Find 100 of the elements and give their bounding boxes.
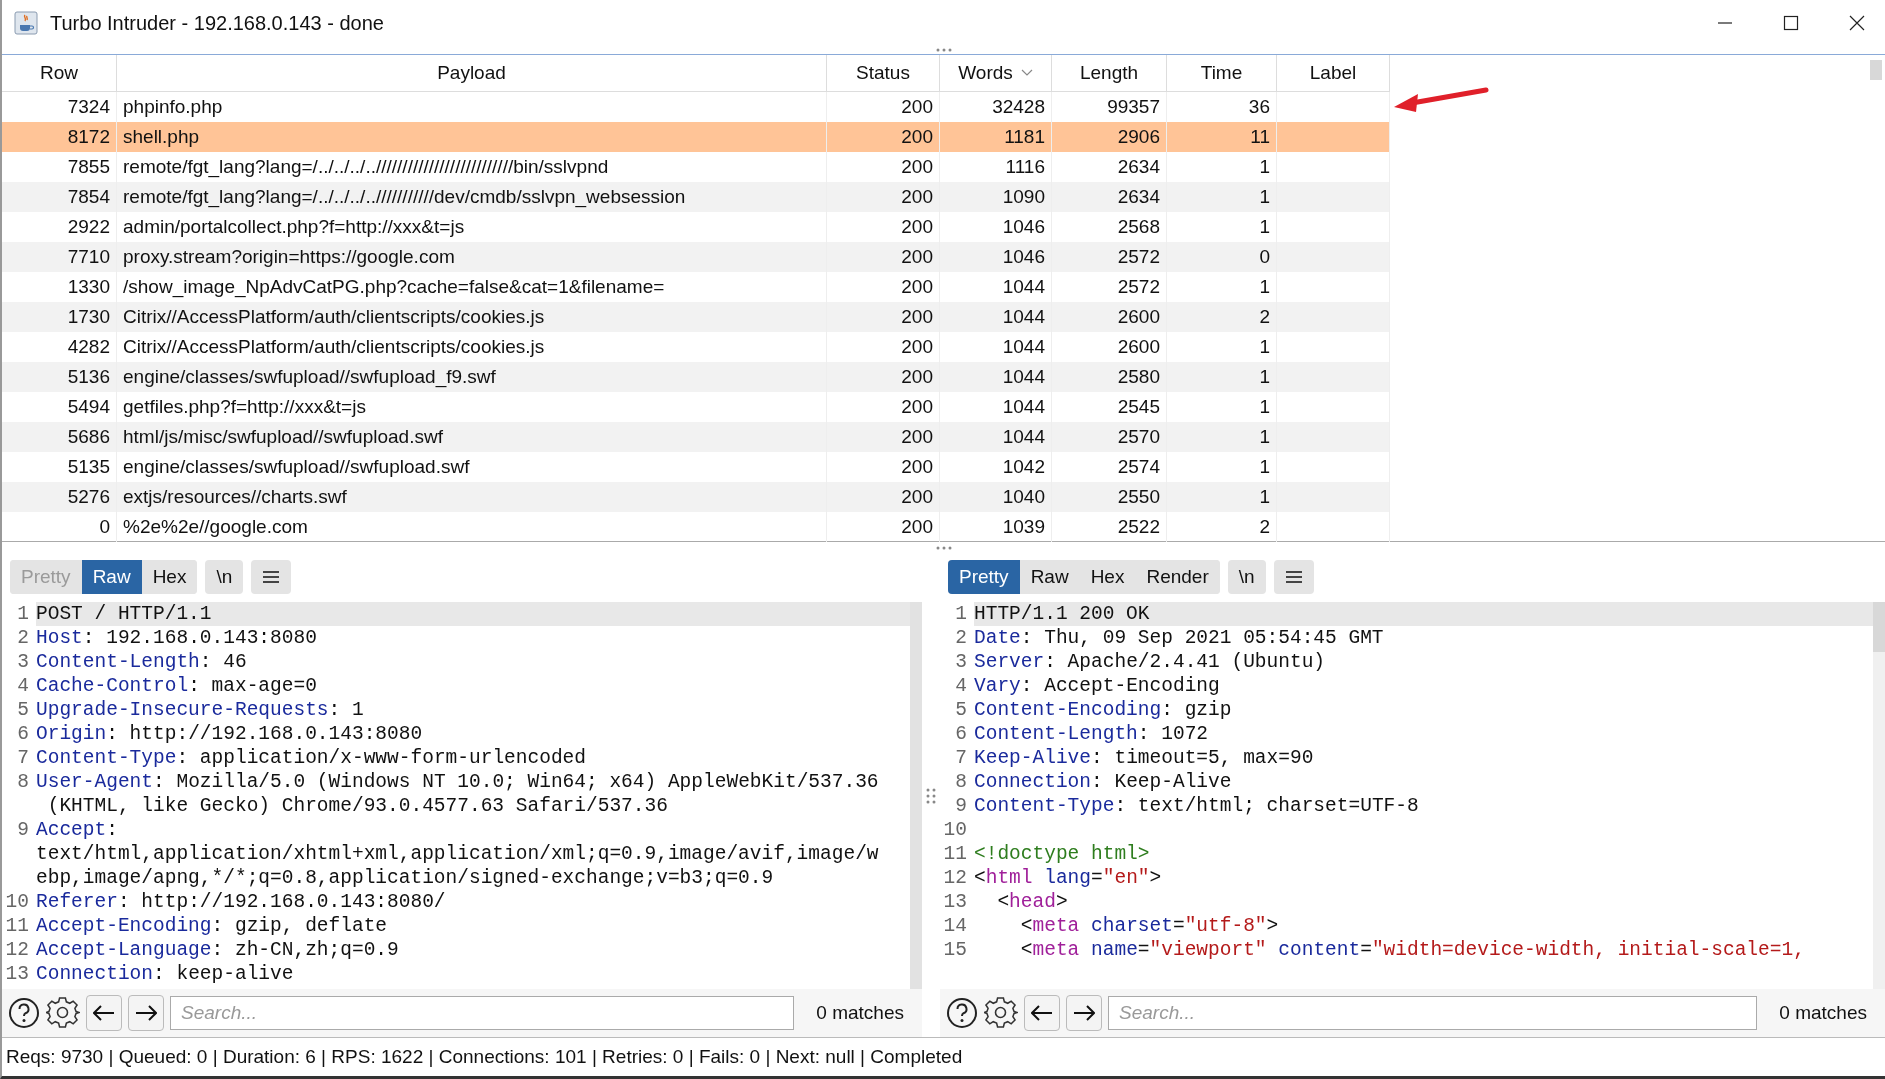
table-cell: 2572 bbox=[1117, 276, 1160, 298]
previous-button[interactable] bbox=[1024, 995, 1060, 1031]
line-number: 1 bbox=[2, 602, 36, 626]
table-cell: 7324 bbox=[67, 96, 110, 118]
table-cell: 1181 bbox=[1004, 126, 1045, 148]
table-cell: 2568 bbox=[1117, 216, 1160, 238]
table-cell: 1044 bbox=[1002, 426, 1045, 448]
table-cell: admin/portalcollect.php?f=http://xxx&t=js bbox=[123, 216, 465, 238]
table-cell: 1 bbox=[1259, 186, 1270, 208]
table-cell: 1330 bbox=[67, 276, 110, 298]
code-line: <head> bbox=[996, 891, 1068, 913]
column-header[interactable]: Length bbox=[1052, 55, 1167, 91]
table-cell: 2572 bbox=[1117, 246, 1160, 268]
table-cell: 2522 bbox=[1117, 516, 1160, 538]
table-row[interactable]: 7710 proxy.stream?origin=https://google.com 200 1046 2572 0 bbox=[2, 242, 1390, 272]
table-cell: 2550 bbox=[1117, 486, 1160, 508]
code-line: Date: Thu, 09 Sep 2021 05:54:45 GMT bbox=[974, 627, 1384, 649]
table-row[interactable]: 5136 engine/classes/swfupload//swfupload_f9.swf 200 1044 2580 1 bbox=[2, 362, 1390, 392]
column-header[interactable]: Payload bbox=[117, 55, 827, 91]
code-line: text/html,application/xhtml+xml,application/xml;q=0.9,image/avif,image/w bbox=[36, 843, 879, 865]
search-field[interactable]: Search... bbox=[170, 996, 795, 1030]
table-cell: 2634 bbox=[1117, 186, 1160, 208]
status-bar: Reqs: 9730 | Queued: 0 | Duration: 6 | RPS: 1622 | Connections: 101 | Retries: 0 | Fails: 0 | Next: null | Completed bbox=[2, 1037, 1885, 1076]
scrollbar[interactable] bbox=[910, 602, 922, 989]
table-cell: 1 bbox=[1259, 456, 1270, 478]
table-cell: 5686 bbox=[67, 426, 110, 448]
table-cell: html/js/misc/swfupload//swfupload.swf bbox=[123, 426, 443, 448]
column-header[interactable]: Words bbox=[940, 55, 1052, 91]
splitter-handle[interactable] bbox=[935, 48, 952, 52]
table-cell: 1046 bbox=[1002, 246, 1045, 268]
table-cell: 2906 bbox=[1117, 126, 1160, 148]
table-cell: 200 bbox=[901, 366, 933, 388]
table-cell: engine/classes/swfupload//swfupload.swf bbox=[123, 456, 470, 478]
view-tab[interactable]: Pretty bbox=[948, 560, 1020, 594]
settings-icon[interactable] bbox=[46, 996, 80, 1030]
table-row[interactable]: 7854 remote/fgt_lang?lang=/../../../..///////////dev/cmdb/sslvpn_websession 200 1090 2634 1 bbox=[2, 182, 1390, 212]
table-cell: 2 bbox=[1259, 306, 1270, 328]
table-cell: 1044 bbox=[1002, 276, 1045, 298]
code-line: Keep-Alive: timeout=5, max=90 bbox=[974, 747, 1314, 769]
table-row[interactable]: 8172 shell.php 200 1181 2906 11 bbox=[2, 122, 1390, 152]
table-cell: 0 bbox=[1259, 246, 1270, 268]
maximize-icon[interactable] bbox=[1783, 15, 1799, 31]
table-cell: /show_image_NpAdvCatPG.php?cache=false&cat=1&filename= bbox=[123, 276, 665, 298]
help-icon[interactable] bbox=[946, 997, 978, 1029]
table-cell: phpinfo.php bbox=[123, 96, 223, 118]
code-line: Content-Type: text/html; charset=UTF-8 bbox=[974, 795, 1419, 817]
match-count: 0 matches bbox=[816, 1002, 905, 1024]
table-cell: 7854 bbox=[67, 186, 110, 208]
code-line: Accept: bbox=[36, 819, 118, 841]
table-cell: 1730 bbox=[67, 306, 110, 328]
newline-button[interactable]: \n bbox=[1227, 560, 1266, 594]
menu-icon bbox=[1284, 570, 1303, 584]
newline-button[interactable]: \n bbox=[205, 560, 244, 594]
table-cell: 7855 bbox=[67, 156, 110, 178]
table-cell: proxy.stream?origin=https://google.com bbox=[123, 246, 455, 268]
table-row[interactable]: 5276 extjs/resources//charts.swf 200 1040 2550 1 bbox=[2, 482, 1390, 512]
table-cell: 1116 bbox=[1005, 156, 1045, 178]
table-cell: 36 bbox=[1248, 96, 1270, 118]
previous-button[interactable] bbox=[86, 995, 122, 1031]
table-cell: 1 bbox=[1259, 216, 1270, 238]
table-cell: 200 bbox=[901, 336, 933, 358]
column-header[interactable]: Row bbox=[2, 55, 117, 91]
table-cell: Citrix//AccessPlatform/auth/clientscripts/cookies.js bbox=[123, 306, 545, 328]
code-line: Referer: http://192.168.0.143:8080/ bbox=[36, 891, 446, 913]
table-cell: 200 bbox=[901, 246, 933, 268]
menu-button[interactable] bbox=[1273, 560, 1314, 594]
search-field[interactable]: Search... bbox=[1108, 996, 1758, 1030]
code-line: Connection: Keep-Alive bbox=[974, 771, 1232, 793]
table-cell: 8172 bbox=[67, 126, 110, 148]
menu-icon bbox=[262, 570, 281, 584]
code-line: Accept-Language: zh-CN,zh;q=0.9 bbox=[36, 939, 399, 961]
splitter-handle[interactable] bbox=[925, 786, 937, 805]
column-header[interactable]: Status bbox=[827, 55, 940, 91]
table-cell: 11 bbox=[1250, 126, 1270, 148]
arrow-left-icon bbox=[1031, 1005, 1053, 1021]
menu-button[interactable] bbox=[251, 560, 292, 594]
next-button[interactable] bbox=[128, 995, 164, 1031]
view-tab[interactable]: Raw bbox=[81, 560, 142, 594]
table-row[interactable]: 5686 html/js/misc/swfupload//swfupload.swf 200 1044 2570 1 bbox=[2, 422, 1390, 452]
table-cell: 1 bbox=[1259, 366, 1270, 388]
table-row[interactable]: 1730 Citrix//AccessPlatform/auth/clientscripts/cookies.js 200 1044 2600 2 bbox=[2, 302, 1390, 332]
column-header[interactable]: Time bbox=[1167, 55, 1277, 91]
table-cell: 200 bbox=[901, 516, 933, 538]
code-line: Host: 192.168.0.143:8080 bbox=[36, 627, 317, 649]
table-cell: 5276 bbox=[67, 486, 110, 508]
arrow-right-icon bbox=[1073, 1005, 1095, 1021]
next-button[interactable] bbox=[1066, 995, 1102, 1031]
table-cell: 1090 bbox=[1002, 186, 1045, 208]
table-cell: 99357 bbox=[1107, 96, 1160, 118]
help-icon[interactable] bbox=[8, 997, 40, 1029]
code-line: (KHTML, like Gecko) Chrome/93.0.4577.63 Safari/537.36 bbox=[46, 795, 668, 817]
table-cell: 200 bbox=[901, 276, 933, 298]
settings-icon[interactable] bbox=[984, 996, 1018, 1030]
splitter-handle[interactable] bbox=[935, 546, 952, 550]
table-cell: 200 bbox=[901, 456, 933, 478]
scrollbar[interactable] bbox=[1873, 602, 1885, 989]
code-line: Origin: http://192.168.0.143:8080 bbox=[36, 723, 423, 745]
code-line: POST / HTTP/1.1 bbox=[36, 603, 212, 625]
close-icon[interactable] bbox=[1849, 15, 1865, 31]
scrollbar[interactable] bbox=[1870, 60, 1882, 80]
